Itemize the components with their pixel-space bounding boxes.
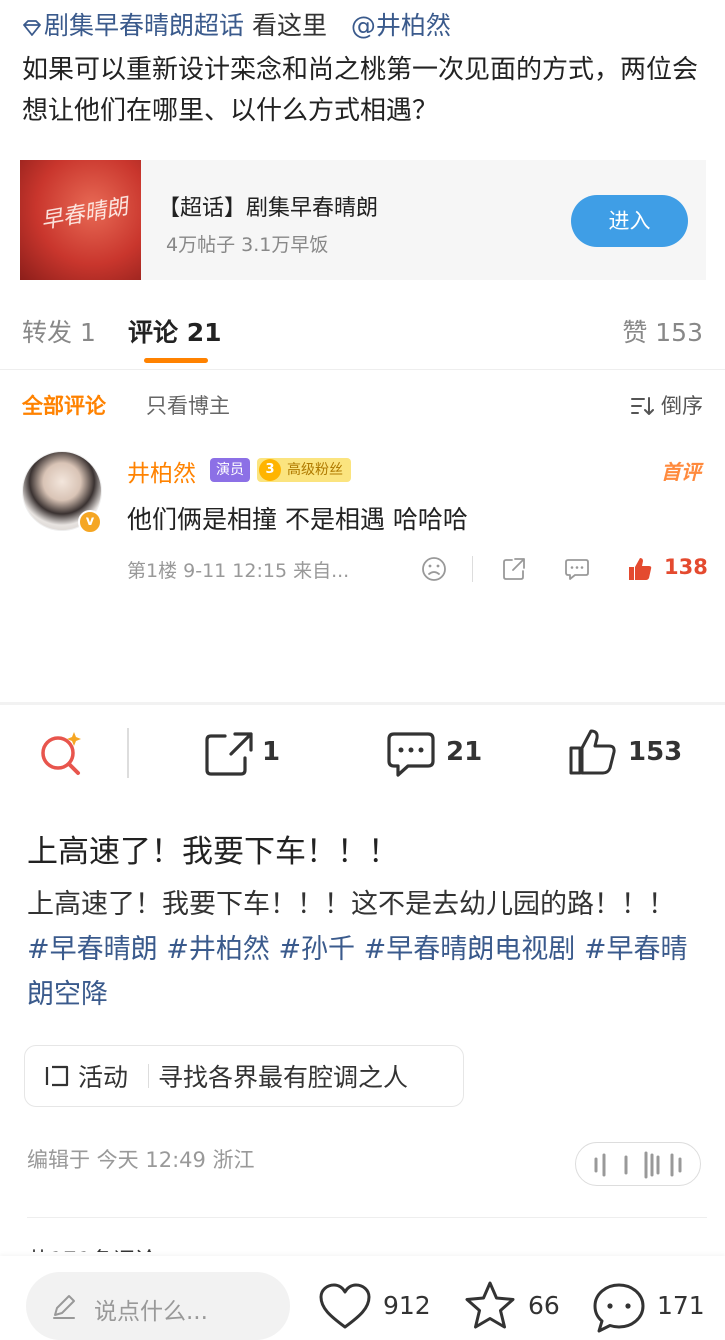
bar-divider	[127, 728, 129, 778]
filter-all-comments[interactable]: 全部评论	[22, 390, 106, 420]
favorite-total: 66	[528, 1291, 560, 1320]
look-here-text: 看这里	[251, 11, 327, 40]
mention-link[interactable]: @井柏然	[351, 11, 451, 40]
detail-tabs: 转发 1 评论 21 赞 153	[0, 300, 725, 370]
like-count: 153	[628, 737, 683, 767]
share-icon[interactable]	[500, 555, 528, 583]
audio-wave-icon[interactable]	[575, 1142, 701, 1186]
event-text: 寻找各界最有腔调之人	[158, 1063, 409, 1092]
first-comment-tag: 首评	[661, 460, 701, 484]
post-question: 如果可以重新设计栾念和尚之桃第一次见面的方式，两位会想让他们在哪里、以什么方式相…	[22, 55, 699, 126]
repost-count: 1	[262, 737, 281, 767]
post-title-line: 剧集早春晴朗超话 看这里 @井柏然	[22, 6, 451, 42]
action-divider	[472, 556, 473, 582]
filter-author-only[interactable]: 只看博主	[146, 390, 230, 420]
pencil-icon	[50, 1292, 78, 1320]
topic-stats: 4万帖子 3.1万早饭	[166, 234, 329, 256]
thumb-up-icon[interactable]	[626, 555, 654, 583]
section-divider	[27, 1217, 707, 1218]
thumbnail-caption: 早春晴朗	[38, 194, 130, 235]
tab-comment[interactable]: 评论 21	[128, 313, 222, 349]
topic-thumbnail: 早春晴朗	[20, 160, 141, 280]
topic-name: 【超话】剧集早春晴朗	[158, 196, 379, 221]
comment-icon[interactable]	[386, 731, 436, 779]
fan-level-icon: 3	[259, 459, 281, 481]
like-total: 912	[383, 1291, 431, 1320]
input-placeholder: 说点什么...	[94, 1299, 208, 1325]
tab-like[interactable]: 赞 153	[622, 313, 703, 349]
weibo-body: 上高速了！我要下车！！！这不是去幼儿园的路！！！ #早春晴朗 #井柏然 #孙千 …	[27, 882, 702, 1017]
comment-total: 171	[657, 1291, 705, 1320]
hashtag-link[interactable]: #井柏然	[166, 934, 270, 965]
comment-text: 他们俩是相撞 不是相遇 哈哈哈	[127, 505, 468, 534]
edit-info: 编辑于 今天 12:49 浙江	[27, 1148, 255, 1172]
star-icon[interactable]	[463, 1280, 517, 1332]
repost-icon[interactable]	[205, 732, 253, 776]
comment-username[interactable]: 井柏然	[127, 454, 196, 488]
hashtag-link[interactable]: #孙千	[278, 934, 355, 965]
verified-icon: v	[78, 510, 102, 534]
search-spark-icon[interactable]	[38, 728, 86, 778]
hashtag-link[interactable]: #早春晴朗	[27, 934, 158, 965]
hashtag-link[interactable]: #早春晴朗电视剧	[364, 934, 576, 965]
diamond-icon	[22, 13, 44, 42]
comment-like-count: 138	[664, 555, 708, 579]
reply-icon[interactable]	[563, 555, 591, 583]
heart-icon[interactable]	[318, 1282, 372, 1332]
super-topic-link[interactable]: 剧集早春晴朗超话	[44, 11, 244, 40]
tab-repost[interactable]: 转发 1	[22, 313, 96, 349]
weibo-title: 上高速了！我要下车！！！	[27, 834, 399, 870]
comment-total-partial: 共171条评论	[27, 1242, 157, 1252]
active-tab-indicator	[144, 358, 208, 363]
sort-button[interactable]: 倒序	[630, 390, 703, 420]
event-label: 活动	[78, 1063, 129, 1092]
comment-meta: 第1楼 9-11 12:15 来自...	[127, 560, 350, 582]
dislike-icon[interactable]	[420, 555, 448, 583]
super-topic-card[interactable]: 早春晴朗 【超话】剧集早春晴朗 4万帖子 3.1万早饭 进入	[20, 160, 706, 280]
comment-count: 21	[446, 737, 483, 767]
enter-button[interactable]: 进入	[571, 195, 688, 247]
sort-icon	[630, 394, 661, 418]
event-divider	[148, 1064, 149, 1088]
event-icon	[44, 1064, 70, 1088]
role-badge: 演员	[210, 458, 250, 482]
weibo-body-text: 上高速了！我要下车！！！这不是去幼儿园的路！！！	[27, 889, 675, 920]
comment-bubble-icon[interactable]	[592, 1282, 646, 1334]
like-icon[interactable]	[568, 728, 618, 776]
sort-label: 倒序	[661, 394, 703, 418]
